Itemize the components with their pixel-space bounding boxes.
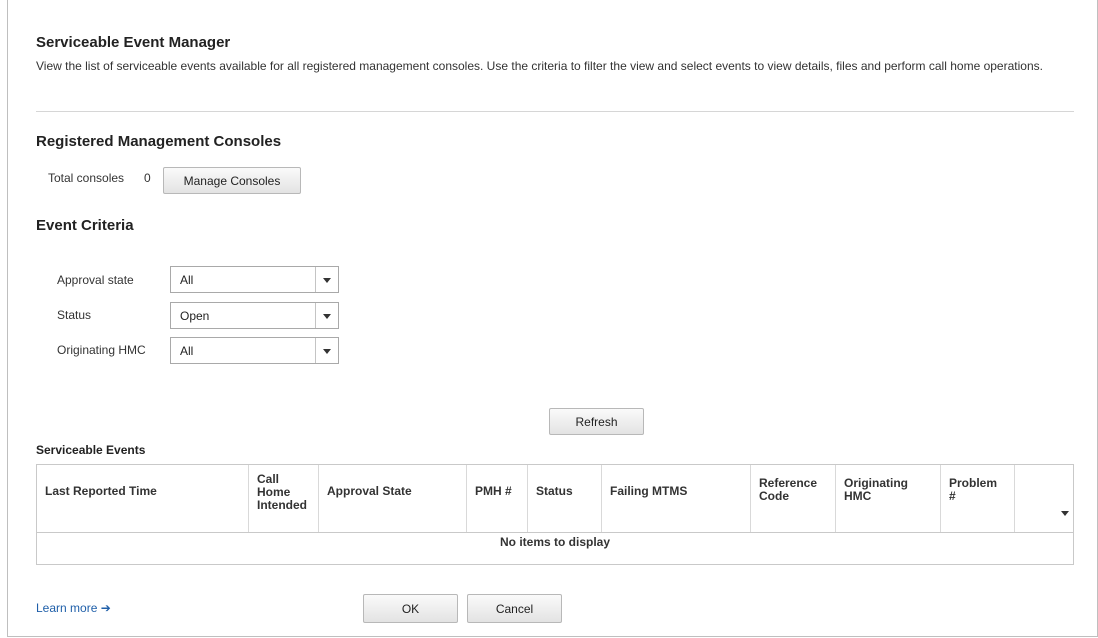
manage-consoles-button[interactable]: Manage Consoles <box>163 167 301 194</box>
chevron-down-icon[interactable] <box>1061 511 1069 516</box>
status-value: Open <box>180 309 210 323</box>
total-consoles-value: 0 <box>144 171 151 185</box>
status-select[interactable]: Open <box>170 302 339 329</box>
originating-hmc-label: Originating HMC <box>57 343 146 357</box>
ok-button[interactable]: OK <box>363 594 458 623</box>
approval-state-label: Approval state <box>57 273 134 287</box>
status-label: Status <box>57 308 92 322</box>
serviceable-events-heading: Serviceable Events <box>36 443 146 457</box>
table-header: Last Reported Time Call Home Intended Ap… <box>37 465 1073 533</box>
column-header-status[interactable]: Status <box>528 465 602 532</box>
originating-hmc-value: All <box>180 344 194 358</box>
learn-more-link[interactable]: Learn more ➔ <box>36 601 111 615</box>
column-header-reference-code[interactable]: Reference Code <box>751 465 836 532</box>
column-header-failing-mtms[interactable]: Failing MTMS <box>602 465 751 532</box>
event-criteria-heading: Event Criteria <box>36 217 134 234</box>
column-header-problem[interactable]: Problem # <box>941 465 1015 532</box>
column-header-pmh[interactable]: PMH # <box>467 465 528 532</box>
approval-state-value: All <box>180 273 194 287</box>
refresh-button[interactable]: Refresh <box>549 408 644 435</box>
divider <box>36 111 1074 112</box>
approval-state-select[interactable]: All <box>170 266 339 293</box>
serviceable-events-table: Last Reported Time Call Home Intended Ap… <box>36 464 1074 565</box>
column-chooser[interactable] <box>1015 465 1073 532</box>
page-title: Serviceable Event Manager <box>36 34 231 51</box>
cancel-button[interactable]: Cancel <box>467 594 562 623</box>
column-header-originating-hmc[interactable]: Originating HMC <box>836 465 941 532</box>
empty-table-message: No items to display <box>499 535 611 549</box>
consoles-heading: Registered Management Consoles <box>36 133 282 150</box>
column-header-last-reported-time[interactable]: Last Reported Time <box>37 465 249 532</box>
total-consoles-label: Total consoles <box>48 171 125 185</box>
originating-hmc-select[interactable]: All <box>170 337 339 364</box>
column-header-call-home-intended[interactable]: Call Home Intended <box>249 465 319 532</box>
chevron-down-icon[interactable] <box>315 338 338 363</box>
chevron-down-icon[interactable] <box>315 267 338 292</box>
chevron-down-icon[interactable] <box>315 303 338 328</box>
page-description: View the list of serviceable events avai… <box>36 59 1043 73</box>
column-header-approval-state[interactable]: Approval State <box>319 465 467 532</box>
